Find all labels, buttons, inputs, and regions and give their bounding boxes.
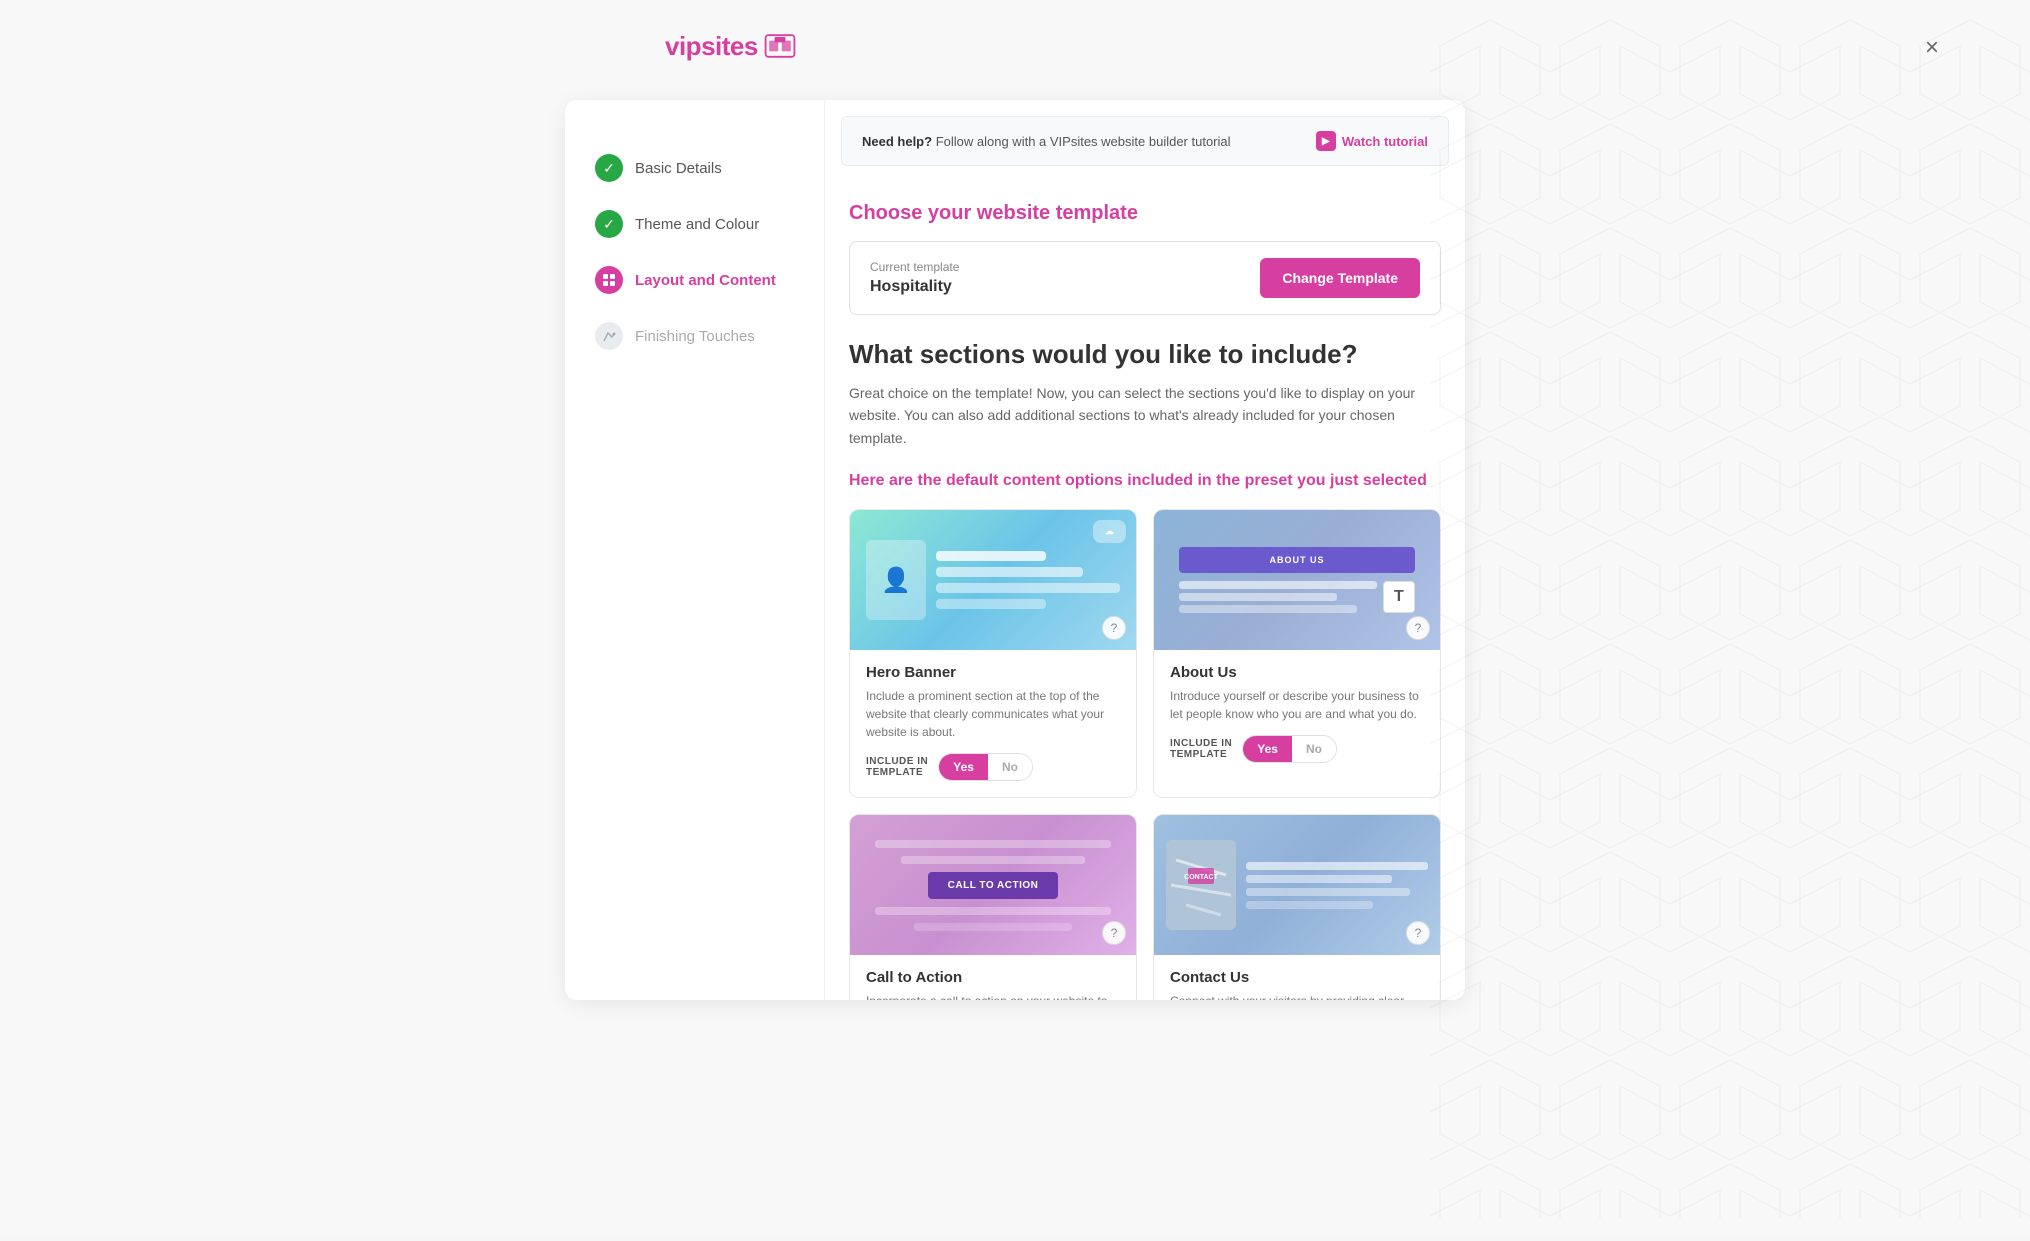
toggle-no-hero[interactable]: No — [988, 754, 1032, 780]
logo-vip: vip — [665, 31, 701, 61]
card-desc-hero: Include a prominent section at the top o… — [866, 687, 1120, 741]
toggle-group-hero: Yes No — [938, 753, 1033, 781]
step-icon-layout-content — [595, 266, 623, 294]
page-wrapper: vipsites × ✓ Basic Details ✓ Theme and C… — [0, 0, 2030, 1236]
cards-grid: 👤 ☁ ? — [849, 509, 1441, 1000]
content-area: Choose your website template Current tem… — [825, 182, 1465, 1000]
hero-icon: 👤 — [866, 540, 926, 620]
step-icon-basic-details: ✓ — [595, 154, 623, 182]
hex-background — [1430, 0, 2030, 1236]
watch-tutorial-label: Watch tutorial — [1342, 134, 1428, 149]
toggle-label-about: INCLUDE INTEMPLATE — [1170, 738, 1232, 760]
step-icon-finishing-touches — [595, 322, 623, 350]
sidebar-item-finishing-touches[interactable]: Finishing Touches — [595, 308, 794, 364]
about-content: T — [1179, 581, 1415, 613]
card-body-contact: Contact Us Connect with your visitors by… — [1154, 955, 1440, 1000]
card-contact: CONTACT ? — [1153, 814, 1441, 1000]
card-body-about: About Us Introduce yourself or describe … — [1154, 650, 1440, 779]
sidebar-item-basic-details[interactable]: ✓ Basic Details — [595, 140, 794, 196]
step-label-layout-content: Layout and Content — [635, 272, 776, 289]
page-title: Choose your website template — [849, 202, 1441, 225]
template-info: Current template Hospitality — [870, 260, 959, 296]
contact-map: CONTACT — [1166, 840, 1236, 930]
toggle-label-hero: INCLUDE INTEMPLATE — [866, 756, 928, 778]
help-text: Need help? Follow along with a VIPsites … — [862, 134, 1231, 149]
card-desc-cta: Incorporate a call to action on your web… — [866, 992, 1120, 1000]
about-header: ABOUT US — [1179, 547, 1415, 573]
card-image-cta: CALL TO ACTION ? — [850, 815, 1136, 955]
close-icon: × — [1925, 34, 1939, 62]
cta-question-badge[interactable]: ? — [1102, 921, 1126, 945]
card-title-cta: Call to Action — [866, 969, 1120, 986]
template-box: Current template Hospitality Change Temp… — [849, 241, 1441, 315]
step-icon-theme-colour: ✓ — [595, 210, 623, 238]
step-label-finishing-touches: Finishing Touches — [635, 328, 755, 345]
logo-sites: sites — [701, 31, 758, 61]
step-label-theme-colour: Theme and Colour — [635, 216, 759, 233]
card-image-about: ABOUT US T ? — [1154, 510, 1440, 650]
card-title-about: About Us — [1170, 664, 1424, 681]
contact-form-mock — [1246, 862, 1428, 909]
card-body-hero: Hero Banner Include a prominent section … — [850, 650, 1136, 797]
step-label-basic-details: Basic Details — [635, 160, 722, 177]
watch-tutorial-button[interactable]: ▶ Watch tutorial — [1316, 131, 1428, 151]
sections-description: Great choice on the template! Now, you c… — [849, 382, 1441, 449]
hero-cloud-mock: ☁ — [1093, 520, 1126, 543]
sidebar: ✓ Basic Details ✓ Theme and Colour Layou… — [565, 100, 825, 1000]
card-title-hero: Hero Banner — [866, 664, 1120, 681]
svg-text:CONTACT: CONTACT — [1184, 874, 1218, 881]
main-content: Need help? Follow along with a VIPsites … — [825, 100, 1465, 1000]
about-t-icon: T — [1383, 581, 1415, 613]
card-desc-about: Introduce yourself or describe your busi… — [1170, 687, 1424, 723]
card-title-contact: Contact Us — [1170, 969, 1424, 986]
card-about-us: ABOUT US T ? — [1153, 509, 1441, 798]
sidebar-item-layout-content[interactable]: Layout and Content — [595, 252, 794, 308]
hero-mock: 👤 ☁ — [850, 510, 1136, 650]
card-toggle-about: INCLUDE INTEMPLATE Yes No — [1170, 735, 1424, 763]
close-button[interactable]: × — [1914, 30, 1950, 66]
contact-question-badge[interactable]: ? — [1406, 921, 1430, 945]
card-body-cta: Call to Action Incorporate a call to act… — [850, 955, 1136, 1000]
about-question-badge[interactable]: ? — [1406, 616, 1430, 640]
card-hero-banner: 👤 ☁ ? — [849, 509, 1137, 798]
card-image-hero: 👤 ☁ ? — [850, 510, 1136, 650]
current-template-value: Hospitality — [870, 278, 952, 295]
play-icon: ▶ — [1316, 131, 1336, 151]
card-image-contact: CONTACT ? — [1154, 815, 1440, 955]
sections-heading: What sections would you like to include? — [849, 339, 1441, 370]
card-toggle-hero: INCLUDE INTEMPLATE Yes No — [866, 753, 1120, 781]
hero-question-badge[interactable]: ? — [1102, 616, 1126, 640]
toggle-group-about: Yes No — [1242, 735, 1337, 763]
change-template-button[interactable]: Change Template — [1260, 258, 1420, 298]
cta-button-mock: CALL TO ACTION — [928, 872, 1059, 899]
sidebar-item-theme-colour[interactable]: ✓ Theme and Colour — [595, 196, 794, 252]
hero-bars — [936, 551, 1120, 609]
current-template-label: Current template — [870, 260, 959, 274]
card-cta: CALL TO ACTION ? Call to Action Incorpor… — [849, 814, 1137, 1000]
logo-text: vipsites — [665, 31, 758, 62]
default-content-title: Here are the default content options inc… — [849, 469, 1441, 493]
logo: vipsites — [665, 28, 798, 64]
toggle-no-about[interactable]: No — [1292, 736, 1336, 762]
card-desc-contact: Connect with your visitors by providing … — [1170, 992, 1424, 1000]
help-description: Follow along with a VIPsites website bui… — [936, 134, 1231, 149]
help-banner: Need help? Follow along with a VIPsites … — [841, 116, 1449, 166]
toggle-yes-hero[interactable]: Yes — [939, 754, 988, 780]
modal: ✓ Basic Details ✓ Theme and Colour Layou… — [565, 100, 1465, 1000]
logo-icon — [762, 28, 798, 64]
toggle-yes-about[interactable]: Yes — [1243, 736, 1292, 762]
need-help-label: Need help? — [862, 134, 932, 149]
